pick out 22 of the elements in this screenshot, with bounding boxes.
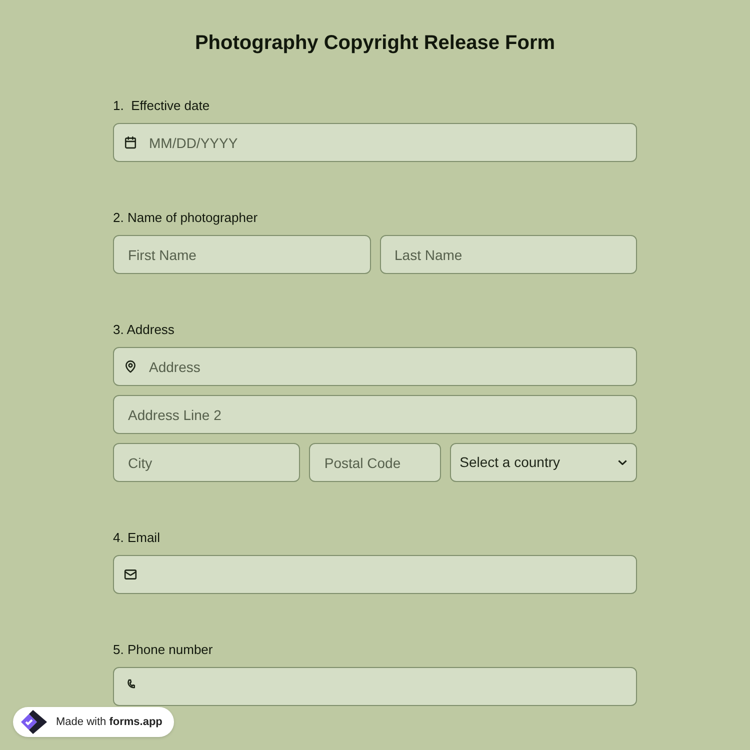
logo-icon	[20, 710, 48, 734]
chevron-down-icon	[618, 460, 627, 465]
question-label: 2. Name of photographer	[113, 210, 259, 226]
question-label: 5. Phone number	[113, 642, 214, 658]
question-label: 3. Address	[113, 322, 176, 338]
form-title: Photography Copyright Release Form	[194, 31, 556, 55]
text-field[interactable]: Address Line 2	[113, 395, 637, 434]
question-label: 1. Effective date	[113, 98, 211, 114]
country-select[interactable]: Select a country	[450, 443, 637, 482]
text-field[interactable]: Last Name	[380, 235, 637, 274]
text-field[interactable]: First Name	[113, 235, 370, 274]
map-pin-icon	[124, 360, 137, 373]
text-field[interactable]: Postal Code	[309, 443, 441, 482]
mail-icon	[124, 568, 137, 581]
made-with-badge[interactable]: Made with forms.app	[13, 707, 174, 737]
badge-text: Made with forms.app	[56, 714, 162, 730]
question-label: 4. Email	[113, 530, 161, 546]
text-field[interactable]: City	[113, 443, 300, 482]
phone-icon	[127, 679, 135, 689]
text-field[interactable]: Address	[113, 347, 637, 386]
text-field[interactable]: MM/DD/YYYY	[113, 123, 637, 162]
calendar-icon	[124, 136, 137, 149]
